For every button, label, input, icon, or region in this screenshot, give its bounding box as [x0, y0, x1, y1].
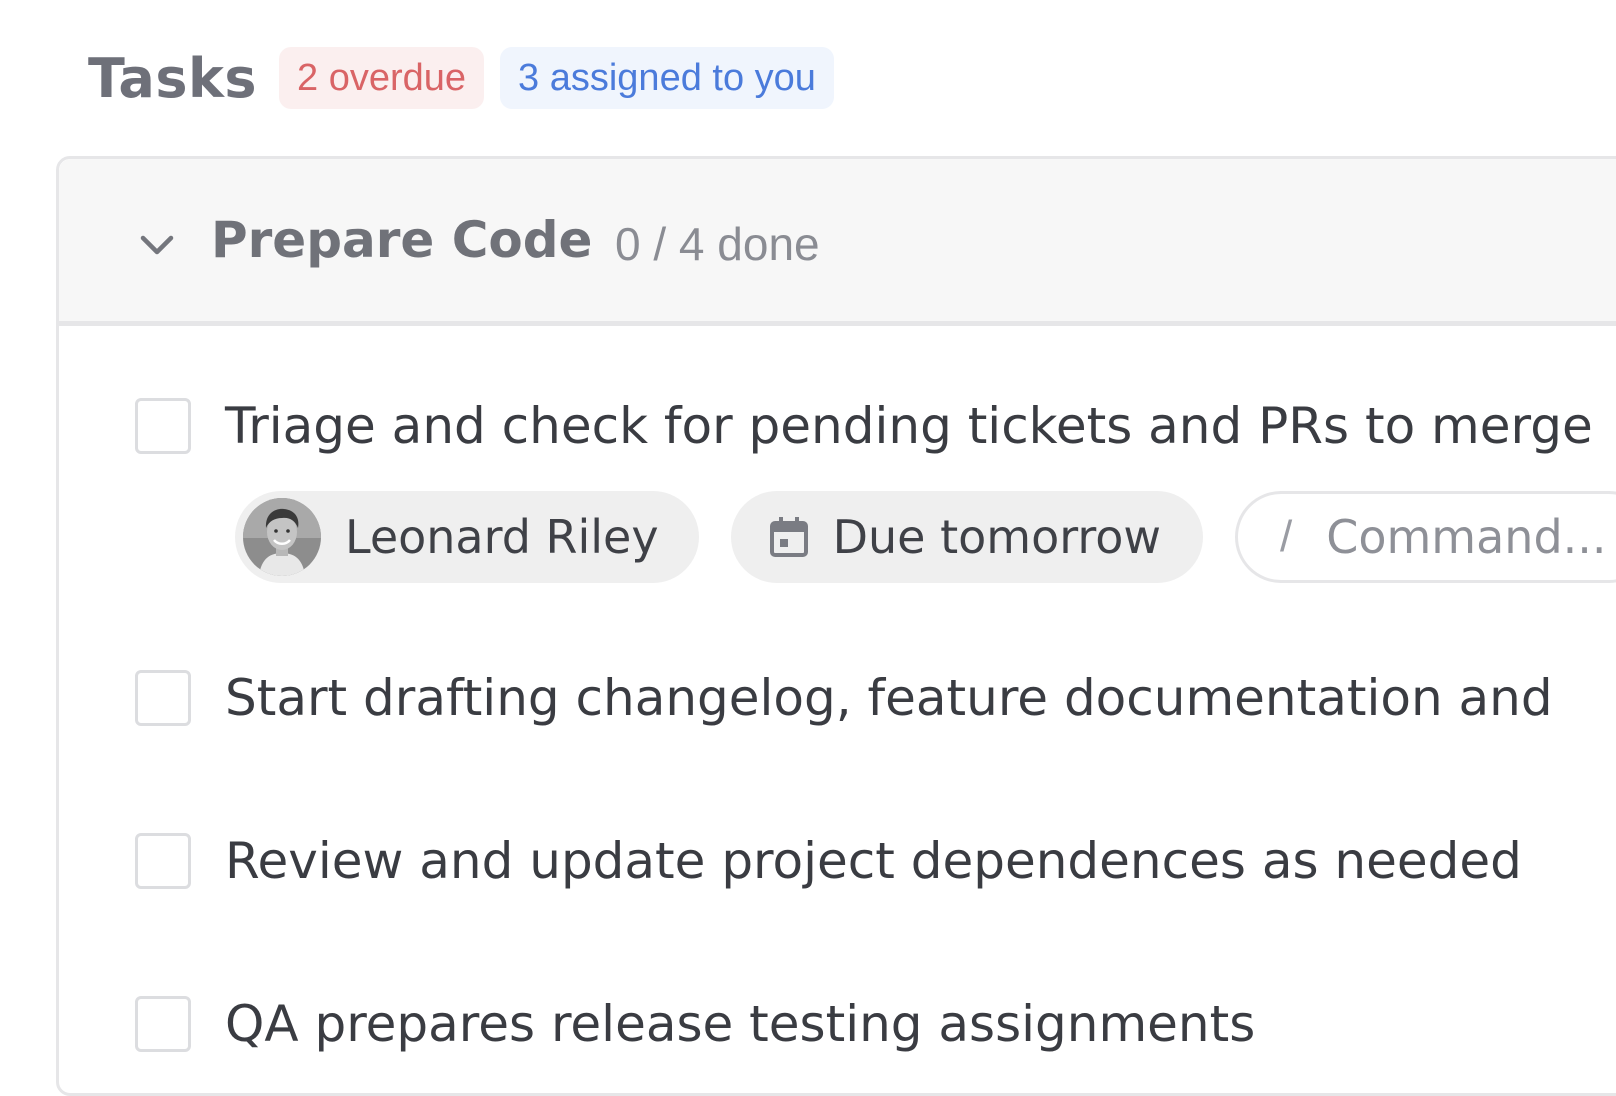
assigned-badge[interactable]: 3 assigned to you	[500, 47, 834, 109]
calendar-icon	[769, 517, 808, 557]
task-meta-row: Leonard Riley Due tomorrow / Command...	[235, 491, 1616, 583]
command-input[interactable]: / Command...	[1234, 491, 1616, 583]
group-progress: 0 / 4 done	[615, 218, 820, 270]
task-row: Review and update project dependences as…	[135, 832, 1522, 890]
overdue-badge[interactable]: 2 overdue	[279, 47, 485, 109]
task-checkbox[interactable]	[135, 996, 191, 1052]
task-checkbox[interactable]	[135, 833, 191, 889]
task-label[interactable]: Review and update project dependences as…	[225, 832, 1522, 890]
task-group-panel: Prepare Code 0 / 4 done Triage and check…	[56, 156, 1616, 1096]
due-date-chip[interactable]: Due tomorrow	[730, 491, 1203, 583]
group-title: Prepare Code	[211, 211, 593, 269]
avatar	[243, 498, 321, 576]
assignee-chip[interactable]: Leonard Riley	[235, 491, 699, 583]
chevron-down-icon[interactable]	[137, 225, 177, 265]
assignee-name: Leonard Riley	[345, 510, 659, 564]
task-row: Triage and check for pending tickets and…	[135, 397, 1593, 455]
task-label[interactable]: Triage and check for pending tickets and…	[225, 397, 1593, 455]
tasks-header: Tasks 2 overdue 3 assigned to you	[88, 46, 834, 110]
due-date-label: Due tomorrow	[832, 510, 1161, 564]
task-row: QA prepares release testing assignments	[135, 995, 1255, 1053]
task-row: Start drafting changelog, feature docume…	[135, 669, 1553, 727]
page-title: Tasks	[88, 46, 258, 110]
slash-prefix: /	[1279, 512, 1293, 561]
task-checkbox[interactable]	[135, 670, 191, 726]
command-placeholder: Command...	[1326, 510, 1607, 564]
task-label[interactable]: QA prepares release testing assignments	[225, 995, 1255, 1053]
task-checkbox[interactable]	[135, 398, 191, 454]
avatar-photo-icon	[243, 498, 321, 576]
task-label[interactable]: Start drafting changelog, feature docume…	[225, 669, 1553, 727]
group-header[interactable]: Prepare Code 0 / 4 done	[59, 159, 1616, 326]
